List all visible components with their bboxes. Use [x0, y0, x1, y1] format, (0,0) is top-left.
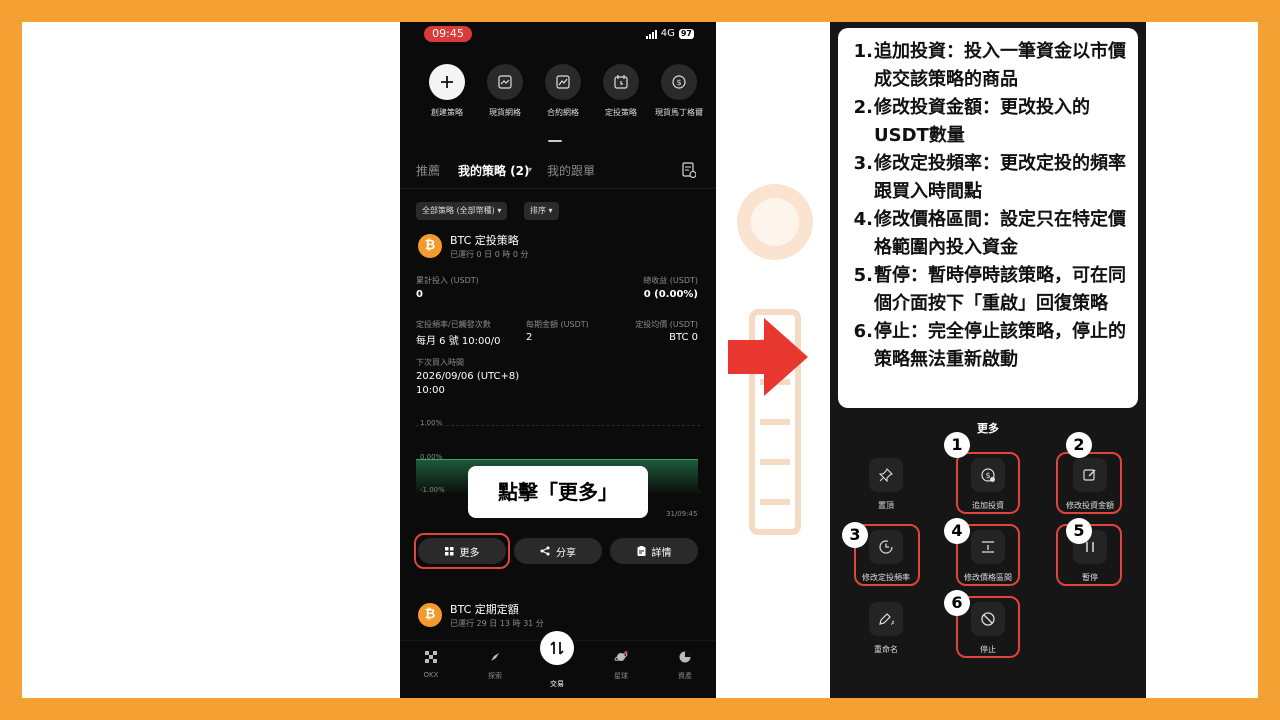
share-icon [540, 546, 550, 556]
more-menu-title: 更多 [977, 422, 999, 435]
next-buy-time: 10:00 [416, 385, 445, 396]
amount-label: 每期金額 (USDT) [526, 320, 589, 329]
instruction-item: 2. 修改投資金額：更改投入的USDT數量 [853, 97, 1090, 146]
nav-explore[interactable]: 探索 [470, 651, 520, 681]
highlight-more [414, 533, 510, 569]
svg-text:A: A [891, 620, 894, 626]
svg-text:$: $ [676, 78, 681, 87]
dca-strategy-button[interactable]: 定投策略 [592, 64, 650, 118]
step-badge-2: 2 [1066, 432, 1092, 458]
page-indicator [548, 140, 562, 142]
highlight-add-investment [956, 452, 1020, 514]
chart-label-top: 1.00% [420, 419, 443, 427]
rename-button[interactable]: A 重命名 [854, 602, 918, 655]
strategy-tabs: 推薦 我的策略 (2) ▾ 我的跟單 [416, 162, 700, 180]
invested-value: 0 [416, 289, 423, 300]
nav-trade-button[interactable] [540, 631, 574, 665]
step-badge-6: 6 [944, 590, 970, 616]
pin-icon [879, 468, 893, 482]
tutorial-canvas: 09:45 4G 97 創建策略 現貨網格 合約網格 定投策略 $ 現貨馬丁格爾… [22, 22, 1258, 698]
nav-assets[interactable]: 資產 [660, 651, 710, 681]
plus-icon [441, 76, 453, 88]
okx-logo-icon [425, 651, 437, 663]
coin-icon: $ [672, 75, 686, 89]
tab-my-strategies[interactable]: 我的策略 (2) [458, 162, 530, 179]
chart-x-label: 31/09:45 [666, 510, 698, 518]
planet-icon [614, 651, 628, 661]
pin-button[interactable]: 置頂 [854, 458, 918, 511]
frequency-value: 每月 6 號 10:00/0 [416, 336, 501, 347]
click-more-callout: 點擊「更多」 [468, 466, 648, 518]
pnl-label: 總收益 (USDT) [643, 276, 698, 285]
instruction-item: 6. 停止：完全停止該策略，停止的策略無法重新啟動 [853, 321, 1126, 370]
bottom-nav: OKX 探索 交易 星球 資產 [400, 631, 716, 698]
instruction-item: 5. 暫停：暫時停時該策略，可在同個介面按下「重啟」回復策略 [853, 265, 1126, 314]
chart-gridline [416, 425, 700, 426]
step-badge-3: 3 [842, 522, 868, 548]
tab-divider [400, 188, 716, 189]
swap-icon [550, 641, 564, 655]
signal-icon [645, 29, 657, 39]
invested-label: 累計投入 (USDT) [416, 276, 479, 285]
card2-title[interactable]: BTC 定期定額 [450, 601, 519, 617]
next-buy-label: 下次買入時間 [416, 358, 464, 367]
filter-sort[interactable]: 排序 ▾ [524, 202, 559, 220]
order-history-icon[interactable] [682, 162, 697, 181]
filter-all-strategies[interactable]: 全部策略 (全部幣種) ▾ [416, 202, 508, 220]
next-buy-date: 2026/09/06 (UTC+8) [416, 371, 520, 382]
step-badge-1: 1 [944, 432, 970, 458]
card1-runtime: 已運行 0 日 0 時 0 分 [450, 250, 529, 259]
instruction-item: 4. 修改價格區間：設定只在特定價格範圍內投入資金 [853, 209, 1126, 258]
chart-label-bottom: -1.00% [420, 486, 445, 494]
share-button[interactable]: 分享 [514, 538, 602, 564]
battery-level: 97 [678, 28, 694, 39]
instructions-panel: 1. 追加投資：投入一筆資金以市價成交該策略的商品 2. 修改投資金額：更改投入的U… [838, 28, 1138, 408]
tab-my-copy-trading[interactable]: 我的跟單 [547, 162, 595, 179]
strategy-shortcuts: 創建策略 現貨網格 合約網格 定投策略 $ 現貨馬丁格爾 [418, 64, 708, 118]
card1-title[interactable]: BTC 定投策略 [450, 232, 519, 248]
create-strategy-button[interactable]: 創建策略 [418, 64, 476, 118]
step-badge-5: 5 [1066, 518, 1092, 544]
nav-okx[interactable]: OKX [406, 651, 456, 679]
calendar-icon [614, 75, 628, 89]
pie-chart-icon [679, 651, 691, 663]
card2-runtime: 已運行 29 日 13 時 31 分 [450, 619, 544, 628]
status-bar-right: 4G 97 [645, 28, 694, 39]
compass-icon [491, 653, 499, 661]
pnl-value: 0 (0.00%) [643, 289, 698, 300]
step-badge-4: 4 [944, 518, 970, 544]
phone-strategy-list: 09:45 4G 97 創建策略 現貨網格 合約網格 定投策略 $ 現貨馬丁格爾… [400, 22, 716, 698]
btc-coin-icon: ₿ [418, 234, 442, 258]
nav-trade-label: 交易 [550, 680, 564, 688]
nav-trade-label-wrap: 交易 [532, 679, 582, 689]
phone-more-menu: 1. 追加投資：投入一筆資金以市價成交該策略的商品 2. 修改投資金額：更改投入的U… [830, 22, 1146, 698]
nav-planet[interactable]: 星球 [596, 651, 646, 681]
instruction-item: 1. 追加投資：投入一筆資金以市價成交該策略的商品 [853, 41, 1126, 90]
contract-grid-icon [556, 75, 570, 89]
highlight-edit-amount [1056, 452, 1122, 514]
amount-value: 2 [526, 332, 533, 343]
frequency-label: 定投頻率/已觸發次數 [416, 320, 491, 329]
btc-coin-icon: ₿ [418, 603, 442, 627]
network-type: 4G [660, 28, 675, 39]
grid-chart-icon [498, 75, 512, 89]
instruction-item: 3. 修改定投頻率：更改定投的頻率跟買入時間點 [853, 153, 1126, 202]
rename-pencil-icon: A [879, 613, 894, 626]
avg-price-label: 定投均價 (USDT) [635, 320, 698, 329]
chevron-down-icon: ▾ [528, 165, 533, 174]
contract-grid-button[interactable]: 合約網格 [534, 64, 592, 118]
detail-button[interactable]: 詳情 [610, 538, 698, 564]
chart-label-mid: 0.00% [420, 453, 443, 461]
avg-price-value: BTC 0 [669, 332, 698, 343]
right-arrow-icon [728, 318, 808, 396]
spot-grid-button[interactable]: 現貨網格 [476, 64, 534, 118]
status-time: 09:45 [424, 26, 472, 42]
spot-martingale-button[interactable]: $ 現貨馬丁格爾 [650, 64, 708, 118]
tab-recommend[interactable]: 推薦 [416, 162, 440, 179]
clipboard-icon [637, 546, 645, 556]
